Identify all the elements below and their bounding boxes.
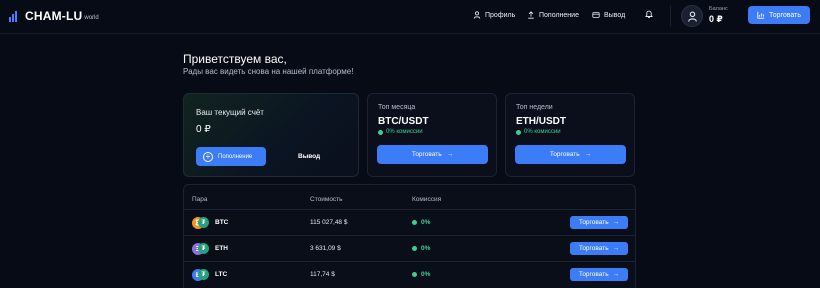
pairs-table: Пара Стоимость Комиссия ₿ ₮ BTC 115 027,… [183, 184, 636, 288]
nav-topup[interactable]: Пополнение [527, 11, 579, 19]
row-trade-label: Торговать [578, 219, 609, 226]
top-month-trade-button[interactable]: Торговать → [377, 145, 488, 164]
btc-coin-icon: ₿ ₮ [192, 217, 209, 229]
page-title: Приветствуем вас, [183, 52, 287, 66]
commission-dot-icon [516, 129, 521, 135]
row-trade-button[interactable]: Торговать → [570, 242, 628, 255]
nav-topup-label: Пополнение [539, 11, 579, 19]
balance-label: Баланс [709, 6, 728, 12]
account-label: Ваш текущий счёт [196, 108, 264, 117]
page-subtitle: Рады вас видеть снова на нашей платформе… [183, 67, 354, 76]
logo-subtext: world [84, 15, 99, 21]
header-commission: Комиссия [412, 196, 442, 203]
row-trade-label: Торговать [578, 271, 609, 278]
fee-dot-icon [412, 220, 417, 225]
logo[interactable]: CHAM-LU world [9, 9, 99, 23]
top-week-pair: ETH/USDT [516, 116, 566, 127]
top-month-title: Топ месяца [378, 104, 416, 111]
usdt-coin-icon: ₮ [198, 269, 209, 280]
table-row: Ξ ₮ ETH 3 631,09 $ 0% Торговать→ [184, 235, 635, 261]
upload-icon [528, 11, 534, 19]
nav-profile[interactable]: Профиль [473, 11, 515, 19]
nav-profile-label: Профиль [485, 11, 516, 19]
top-month-commission: 0% комиссии [378, 129, 423, 135]
arrow-right-icon: → [584, 151, 592, 158]
row-fee-text: 0% [421, 219, 431, 226]
row-fee: 0% [412, 219, 430, 226]
top-month-pair: BTC/USDT [378, 116, 429, 127]
topup-label: Пополнение [218, 153, 253, 160]
logo-text: CHAM-LU [25, 9, 83, 23]
fee-dot-icon [412, 272, 417, 277]
account-value: 0 ₽ [196, 124, 211, 135]
top-week-trade-button[interactable]: Торговать → [515, 145, 626, 164]
chart-icon [757, 11, 765, 19]
nav-withdraw[interactable]: Вывод [592, 11, 625, 19]
arrow-right-icon: → [612, 219, 620, 226]
header-price: Стоимость [310, 196, 343, 203]
row-trade-button[interactable]: Торговать → [570, 268, 628, 281]
row-price: 117,74 $ [310, 271, 335, 278]
logo-bars-icon [9, 10, 20, 22]
eth-coin-icon: Ξ ₮ [192, 243, 209, 255]
balance-value: 0 ₽ [709, 14, 723, 24]
row-fee-text: 0% [421, 245, 431, 252]
top-week-commission-text: 0% комиссии [524, 129, 561, 135]
top-month-card: Топ месяца BTC/USDT 0% комиссии Торговат… [367, 93, 497, 177]
row-fee-text: 0% [421, 271, 431, 278]
row-price: 3 631,09 $ [310, 245, 341, 252]
commission-dot-icon [378, 129, 383, 135]
ltc-coin-icon: Ł ₮ [192, 269, 209, 281]
avatar[interactable] [681, 5, 703, 27]
withdraw-button[interactable]: Вывод [298, 153, 320, 160]
row-symbol: LTC [215, 271, 228, 278]
row-trade-label: Торговать [578, 245, 609, 252]
arrow-right-icon: → [612, 271, 620, 278]
top-week-trade-label: Торговать [549, 151, 580, 158]
row-fee: 0% [412, 245, 430, 252]
topup-button[interactable]: + Пополнение [196, 147, 266, 166]
account-card: Ваш текущий счёт 0 ₽ + Пополнение Вывод [183, 93, 359, 177]
wallet-icon [592, 12, 600, 18]
header-pair: Пара [192, 196, 208, 203]
usdt-coin-icon: ₮ [198, 217, 209, 228]
user-avatar-icon [687, 11, 697, 22]
top-month-trade-label: Торговать [411, 151, 442, 158]
row-price: 115 027,48 $ [310, 219, 348, 226]
top-week-title: Топ недели [516, 104, 553, 111]
table-row: Ł ₮ LTC 117,74 $ 0% Торговать→ [184, 261, 635, 287]
row-symbol: BTC [215, 219, 229, 226]
user-icon [473, 11, 481, 19]
usdt-coin-icon: ₮ [198, 243, 209, 254]
top-header: CHAM-LU world Профиль Пополнение Вывод Б… [0, 0, 820, 34]
top-week-card: Топ недели ETH/USDT 0% комиссии Торговат… [505, 93, 635, 177]
nav-withdraw-label: Вывод [604, 11, 626, 19]
header-trade-label: Торговать [768, 11, 802, 19]
top-month-commission-text: 0% комиссии [386, 129, 423, 135]
arrow-right-icon: → [612, 245, 620, 252]
header-trade-button[interactable]: Торговать [748, 6, 810, 24]
header-divider [670, 6, 671, 26]
row-symbol: ETH [215, 245, 228, 252]
plus-circle-icon: + [203, 151, 213, 162]
fee-dot-icon [412, 246, 417, 251]
row-fee: 0% [412, 271, 430, 278]
top-week-commission: 0% комиссии [516, 129, 561, 135]
arrow-right-icon: → [446, 151, 454, 158]
table-row: ₿ ₮ BTC 115 027,48 $ 0% Торговать→ [184, 209, 635, 235]
bell-icon[interactable] [644, 9, 654, 19]
row-trade-button[interactable]: Торговать → [570, 216, 628, 229]
